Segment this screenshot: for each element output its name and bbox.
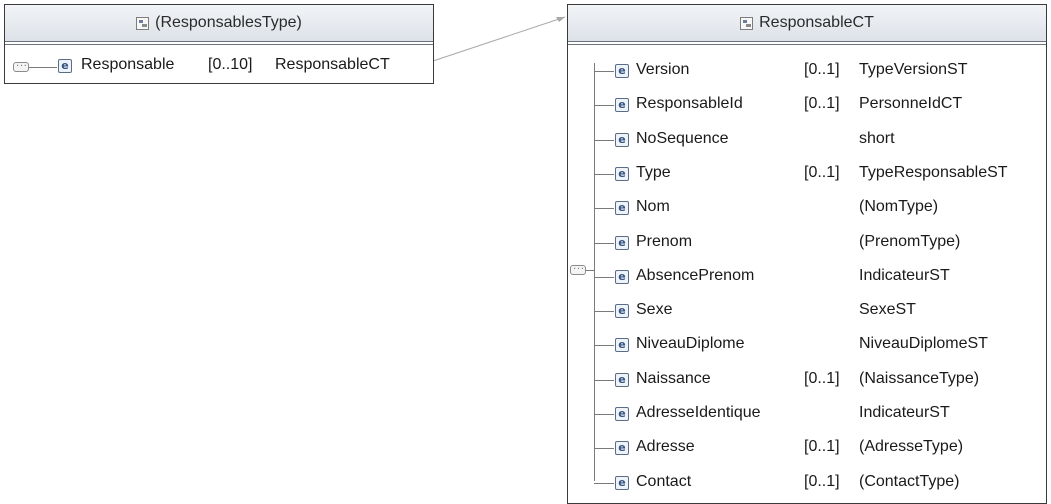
- element-icon: e: [615, 441, 629, 456]
- tree-branch: [594, 105, 614, 107]
- element-icon: e: [615, 98, 629, 113]
- tree-branch: [594, 71, 614, 72]
- element-name[interactable]: Type: [636, 164, 671, 182]
- element-type[interactable]: IndicateurST: [859, 267, 950, 285]
- element-name[interactable]: ResponsableId: [636, 95, 743, 113]
- element-type[interactable]: short: [859, 130, 895, 148]
- complex-type-icon: [740, 16, 754, 30]
- tree-branch: [594, 448, 614, 450]
- element-type[interactable]: SexeST: [859, 301, 916, 319]
- element-icon: e: [615, 269, 629, 284]
- element-icon: e: [615, 201, 629, 216]
- responsable-ct-box[interactable]: ResponsableCT ··· e Version [0..1] TypeVers…: [567, 4, 1047, 504]
- element-type[interactable]: (NomType): [859, 198, 938, 216]
- element-type[interactable]: (PrenomType): [859, 233, 960, 251]
- element-cardinality: [0..1]: [804, 472, 840, 490]
- tree-branch: [594, 414, 614, 415]
- element-cardinality: [0..1]: [804, 163, 840, 181]
- element-name[interactable]: NiveauDiplome: [636, 335, 745, 353]
- element-type[interactable]: (NaissanceType): [859, 370, 979, 388]
- tree-branch: [594, 311, 614, 313]
- responsables-type-box[interactable]: (ResponsablesType) ··· e Responsable [0.…: [4, 4, 434, 84]
- tree-connector: [29, 67, 57, 68]
- element-name[interactable]: Responsable: [81, 56, 174, 74]
- element-row[interactable]: e NiveauDiplome NiveauDiplomeST: [568, 333, 1038, 357]
- element-row[interactable]: e Version [0..1] TypeVersionST: [568, 59, 1038, 83]
- tree-branch: [594, 173, 614, 175]
- responsables-type-title: (ResponsablesType): [155, 14, 302, 31]
- element-cardinality: [0..1]: [804, 61, 840, 78]
- element-icon: e: [615, 475, 629, 490]
- element-name[interactable]: Version: [636, 61, 689, 79]
- element-icon: e: [615, 372, 629, 387]
- element-row[interactable]: e Contact [0..1] (ContactType): [568, 471, 1038, 495]
- element-icon: e: [615, 304, 629, 319]
- element-icon: e: [615, 338, 629, 353]
- responsables-type-header: (ResponsablesType): [5, 5, 433, 45]
- element-icon: e: [615, 64, 629, 78]
- element-row[interactable]: e Naissance [0..1] (NaissanceType): [568, 368, 1038, 392]
- element-name[interactable]: Nom: [636, 198, 670, 216]
- responsable-ct-title: ResponsableCT: [759, 14, 874, 31]
- tree-branch: [594, 242, 614, 244]
- tree-branch: [594, 379, 614, 381]
- element-icon: e: [615, 166, 629, 181]
- element-cardinality: [0..1]: [804, 95, 840, 113]
- element-type[interactable]: (ContactType): [859, 473, 959, 491]
- element-row[interactable]: e Type [0..1] TypeResponsableST: [568, 162, 1038, 186]
- element-row[interactable]: e Nom (NomType): [568, 196, 1038, 220]
- element-name[interactable]: Adresse: [636, 438, 695, 456]
- element-row[interactable]: e ResponsableId [0..1] PersonneIdCT: [568, 93, 1038, 117]
- tree-branch: [594, 482, 614, 484]
- element-row[interactable]: e Sexe SexeST: [568, 299, 1038, 323]
- element-icon: e: [615, 235, 629, 250]
- responsable-ct-header: ResponsableCT: [568, 5, 1046, 45]
- element-type[interactable]: TypeVersionST: [859, 61, 968, 79]
- element-icon: e: [615, 132, 629, 147]
- complex-type-icon: [136, 16, 150, 30]
- element-icon: e: [58, 59, 72, 73]
- element-icon: e: [615, 407, 629, 421]
- tree-branch: [594, 345, 614, 347]
- element-row[interactable]: e AbsencePrenom IndicateurST: [568, 265, 1038, 289]
- element-name[interactable]: AdresseIdentique: [636, 404, 761, 422]
- element-name[interactable]: Naissance: [636, 370, 711, 388]
- element-row[interactable]: e Adresse [0..1] (AdresseType): [568, 436, 1038, 460]
- element-type[interactable]: NiveauDiplomeST: [859, 335, 988, 353]
- element-type[interactable]: IndicateurST: [859, 404, 950, 422]
- element-cardinality: [0..1]: [804, 438, 840, 456]
- tree-branch: [594, 139, 614, 141]
- element-name[interactable]: Prenom: [636, 233, 692, 251]
- tree-branch: [594, 276, 614, 278]
- sequence-icon[interactable]: ···: [13, 62, 29, 72]
- element-name[interactable]: Sexe: [636, 301, 672, 319]
- element-name[interactable]: AbsencePrenom: [636, 267, 754, 285]
- element-type[interactable]: (AdresseType): [859, 438, 963, 456]
- element-type[interactable]: ResponsableCT: [275, 56, 390, 74]
- element-name[interactable]: Contact: [636, 473, 691, 491]
- element-name[interactable]: NoSequence: [636, 130, 729, 148]
- element-cardinality: [0..10]: [208, 56, 253, 73]
- element-cardinality: [0..1]: [804, 369, 840, 387]
- element-type[interactable]: TypeResponsableST: [859, 164, 1008, 182]
- tree-branch: [594, 208, 614, 210]
- element-row[interactable]: e Prenom (PrenomType): [568, 231, 1038, 255]
- element-type[interactable]: PersonneIdCT: [859, 95, 962, 113]
- element-row[interactable]: e NoSequence short: [568, 128, 1038, 152]
- element-row[interactable]: e AdresseIdentique IndicateurST: [568, 402, 1038, 426]
